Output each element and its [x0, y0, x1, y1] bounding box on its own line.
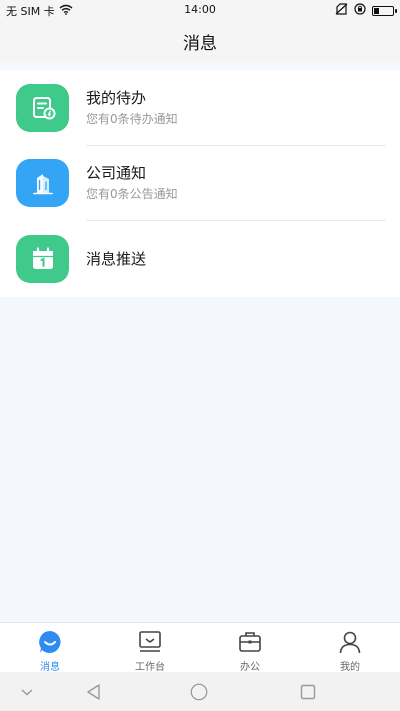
message-text: 消息推送 [86, 249, 146, 269]
tab-messages[interactable]: 消息 [0, 623, 100, 673]
message-item-company-notice[interactable]: 公司通知 您有0条公告通知 [0, 146, 400, 222]
message-list: 我的待办 您有0条待办通知 公司通知 您有0条公告通知 消息推送 [0, 70, 400, 297]
building-icon [16, 159, 69, 208]
message-text: 我的待办 您有0条待办通知 [86, 88, 178, 128]
system-nav-bar [0, 672, 400, 711]
battery-level [374, 7, 379, 14]
monitor-icon [137, 629, 163, 655]
rotation-lock-icon [354, 3, 366, 18]
chevron-down-icon[interactable] [17, 682, 37, 702]
back-icon[interactable] [84, 682, 104, 702]
briefcase-icon [237, 629, 263, 655]
message-subtitle: 您有0条待办通知 [86, 111, 178, 126]
message-item-push[interactable]: 消息推送 [0, 221, 400, 297]
calendar-icon [16, 234, 69, 283]
tab-bar: 消息 工作台 办公 我的 [0, 622, 400, 673]
tab-label: 办公 [240, 662, 260, 673]
message-title: 公司通知 [86, 164, 147, 183]
home-icon[interactable] [189, 682, 209, 702]
todo-doc-icon [16, 83, 69, 132]
tab-office[interactable]: 办公 [200, 623, 300, 673]
message-text: 公司通知 您有0条公告通知 [86, 163, 178, 203]
message-title: 我的待办 [86, 88, 147, 107]
no-sim-icon [335, 3, 348, 18]
tab-label: 消息 [40, 662, 60, 673]
tab-label: 我的 [340, 662, 360, 673]
message-title: 消息推送 [86, 249, 147, 268]
tab-workbench[interactable]: 工作台 [100, 623, 200, 673]
status-bar: 无 SIM 卡 14:00 [0, 0, 400, 20]
message-item-todo[interactable]: 我的待办 您有0条待办通知 [0, 70, 400, 146]
battery-icon [372, 5, 397, 16]
nav-bar: 消息 [0, 20, 400, 62]
tab-mine[interactable]: 我的 [300, 623, 400, 673]
status-right [335, 3, 397, 18]
person-icon [337, 629, 363, 655]
tab-label: 工作台 [135, 662, 165, 673]
recent-apps-icon[interactable] [298, 682, 318, 702]
chat-icon [37, 629, 63, 655]
page-title: 消息 [183, 33, 217, 54]
message-subtitle: 您有0条公告通知 [86, 187, 178, 202]
